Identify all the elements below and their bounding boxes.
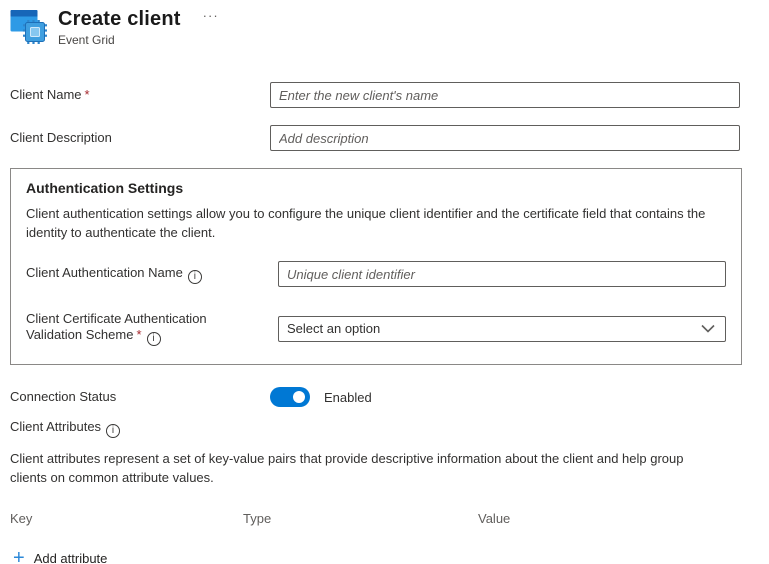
info-icon[interactable]: i	[106, 424, 121, 438]
info-icon[interactable]: i	[187, 269, 202, 284]
header-titles: Create client ··· Event Grid	[58, 7, 219, 47]
validation-scheme-selected-value: Select an option	[287, 321, 381, 336]
client-authentication-name-label: Client Authentication Name i	[26, 265, 278, 284]
info-icon[interactable]: i	[146, 332, 161, 346]
required-asterisk: *	[84, 87, 90, 102]
event-grid-client-icon	[10, 7, 50, 47]
connection-status-row: Connection Status Enabled	[0, 387, 769, 407]
column-header-key: Key	[10, 511, 33, 526]
add-attribute-button[interactable]: + Add attribute	[13, 547, 108, 564]
chevron-down-icon	[701, 320, 715, 338]
more-menu-button[interactable]: ···	[203, 9, 219, 23]
attributes-table-header: Key Type Value	[0, 511, 769, 526]
authentication-settings-title: Authentication Settings	[26, 180, 184, 196]
client-name-row: Client Name *	[0, 82, 769, 108]
connection-status-label: Connection Status	[10, 389, 117, 404]
client-description-label: Client Description	[10, 130, 112, 145]
client-description-row: Client Description	[0, 125, 769, 151]
connection-status-state: Enabled	[324, 389, 372, 405]
validation-scheme-label: Client Certificate Authentication Valida…	[26, 311, 207, 346]
authentication-settings-description: Client authentication settings allow you…	[26, 206, 706, 240]
client-attributes-label: Client Attributes i	[0, 419, 769, 438]
authentication-settings-group: Authentication Settings Client authentic…	[10, 168, 742, 365]
validation-scheme-row: Client Certificate Authentication Valida…	[26, 311, 726, 346]
page-subtitle: Event Grid	[58, 33, 115, 47]
client-authentication-name-row: Client Authentication Name i	[26, 261, 726, 287]
plus-icon: +	[13, 547, 25, 564]
client-authentication-name-input[interactable]	[278, 261, 726, 287]
client-name-input[interactable]	[270, 82, 740, 108]
create-client-form: Client Name* Client Description Authenti…	[0, 82, 769, 564]
connection-status-toggle[interactable]	[270, 387, 310, 407]
add-attribute-label: Add attribute	[33, 550, 108, 564]
page-title: Create client	[58, 8, 181, 30]
required-asterisk: *	[136, 327, 142, 342]
column-header-type: Type	[243, 511, 272, 526]
client-attributes-description: Client attributes represent a set of key…	[10, 451, 684, 485]
client-description-input[interactable]	[270, 125, 740, 151]
panel-header: Create client ··· Event Grid	[0, 0, 769, 47]
column-header-value: Value	[478, 511, 511, 526]
client-name-label: Client Name *	[10, 87, 90, 102]
validation-scheme-select[interactable]: Select an option	[278, 315, 726, 342]
toggle-knob	[293, 391, 305, 403]
create-client-panel: Create client ··· Event Grid Client Name…	[0, 0, 769, 564]
